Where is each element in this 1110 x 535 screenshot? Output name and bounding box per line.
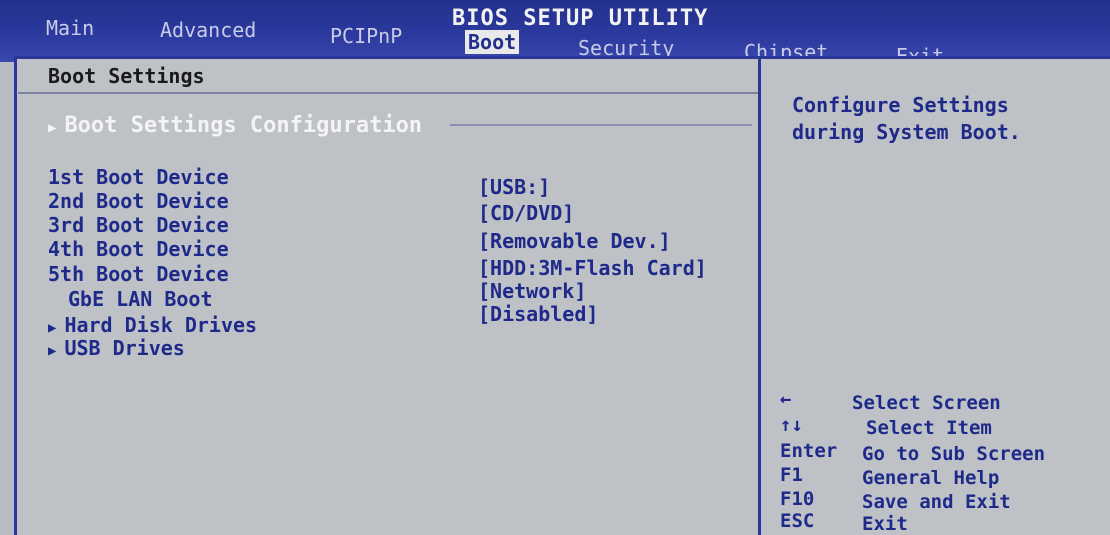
left-arrow-icon: ← <box>780 388 792 410</box>
key-description: Exit <box>862 513 908 535</box>
key-label: F1 <box>780 464 803 486</box>
boot-device-1-label[interactable]: 1st Boot Device <box>48 165 229 189</box>
config-item-label: Boot Settings Configuration <box>64 113 423 138</box>
boot-settings-config-item[interactable]: ▶ Boot Settings Configuration <box>48 113 422 138</box>
key-hint-row: F10 Save and Exit <box>780 488 1011 513</box>
key-label: Enter <box>780 440 838 462</box>
top-menu-bar: BIOS SETUP UTILITY Main Advanced PCIPnP … <box>0 0 1110 68</box>
key-description: Select Screen <box>852 392 1001 414</box>
key-label: ESC <box>780 510 815 532</box>
submenu-label: USB Drives <box>64 336 185 360</box>
boot-device-2-value[interactable]: [CD/DVD] <box>478 201 574 225</box>
boot-device-2-label[interactable]: 2nd Boot Device <box>48 189 229 213</box>
key-description: Go to Sub Screen <box>862 443 1046 465</box>
key-description: General Help <box>862 467 1000 489</box>
tab-pcipnp[interactable]: PCIPnP <box>330 24 402 48</box>
boot-device-5-label[interactable]: 5th Boot Device <box>48 262 229 286</box>
help-text: Configure Settings during System Boot. <box>792 93 1021 144</box>
boot-device-4-label[interactable]: 4th Boot Device <box>48 237 229 261</box>
boot-device-3-value[interactable]: [Removable Dev.] <box>478 229 671 253</box>
key-hint-row: ← Select Screen <box>780 388 1001 414</box>
tab-main[interactable]: Main <box>46 16 94 40</box>
submenu-usb-drives[interactable]: ▶ USB Drives <box>48 336 185 360</box>
triangle-right-icon: ▶ <box>48 320 57 336</box>
boot-device-4-value[interactable]: [HDD:3M-Flash Card] <box>478 256 707 280</box>
key-label: F10 <box>780 488 815 510</box>
key-hint-row: F1 General Help <box>780 464 999 489</box>
tab-boot[interactable]: Boot <box>465 30 520 54</box>
boot-device-1-value[interactable]: [USB:] <box>478 175 550 199</box>
boot-device-5-value[interactable]: [Network] <box>478 279 586 303</box>
config-separator <box>450 124 752 126</box>
tab-advanced[interactable]: Advanced <box>160 18 256 42</box>
triangle-right-icon: ▶ <box>48 120 57 136</box>
boot-device-3-label[interactable]: 3rd Boot Device <box>48 213 229 237</box>
page-title: Boot Settings <box>48 64 205 88</box>
key-hint-row: Enter Go to Sub Screen <box>780 440 1045 465</box>
gbe-lan-boot-label[interactable]: GbE LAN Boot <box>68 287 213 311</box>
help-divider <box>758 56 761 535</box>
key-description: Save and Exit <box>862 491 1011 513</box>
submenu-hard-disk-drives[interactable]: ▶ Hard Disk Drives <box>48 313 257 337</box>
up-down-arrows-icon: ↑↓ <box>780 414 803 436</box>
submenu-label: Hard Disk Drives <box>64 313 258 337</box>
title-separator <box>18 92 758 94</box>
gbe-lan-boot-value[interactable]: [Disabled] <box>478 302 598 326</box>
triangle-right-icon: ▶ <box>48 343 57 359</box>
bios-title: BIOS SETUP UTILITY <box>452 6 709 31</box>
key-hint-row: ESC Exit <box>780 510 908 535</box>
key-description: Select Item <box>866 417 992 439</box>
key-hint-row: ↑↓ Select Item <box>780 414 992 439</box>
